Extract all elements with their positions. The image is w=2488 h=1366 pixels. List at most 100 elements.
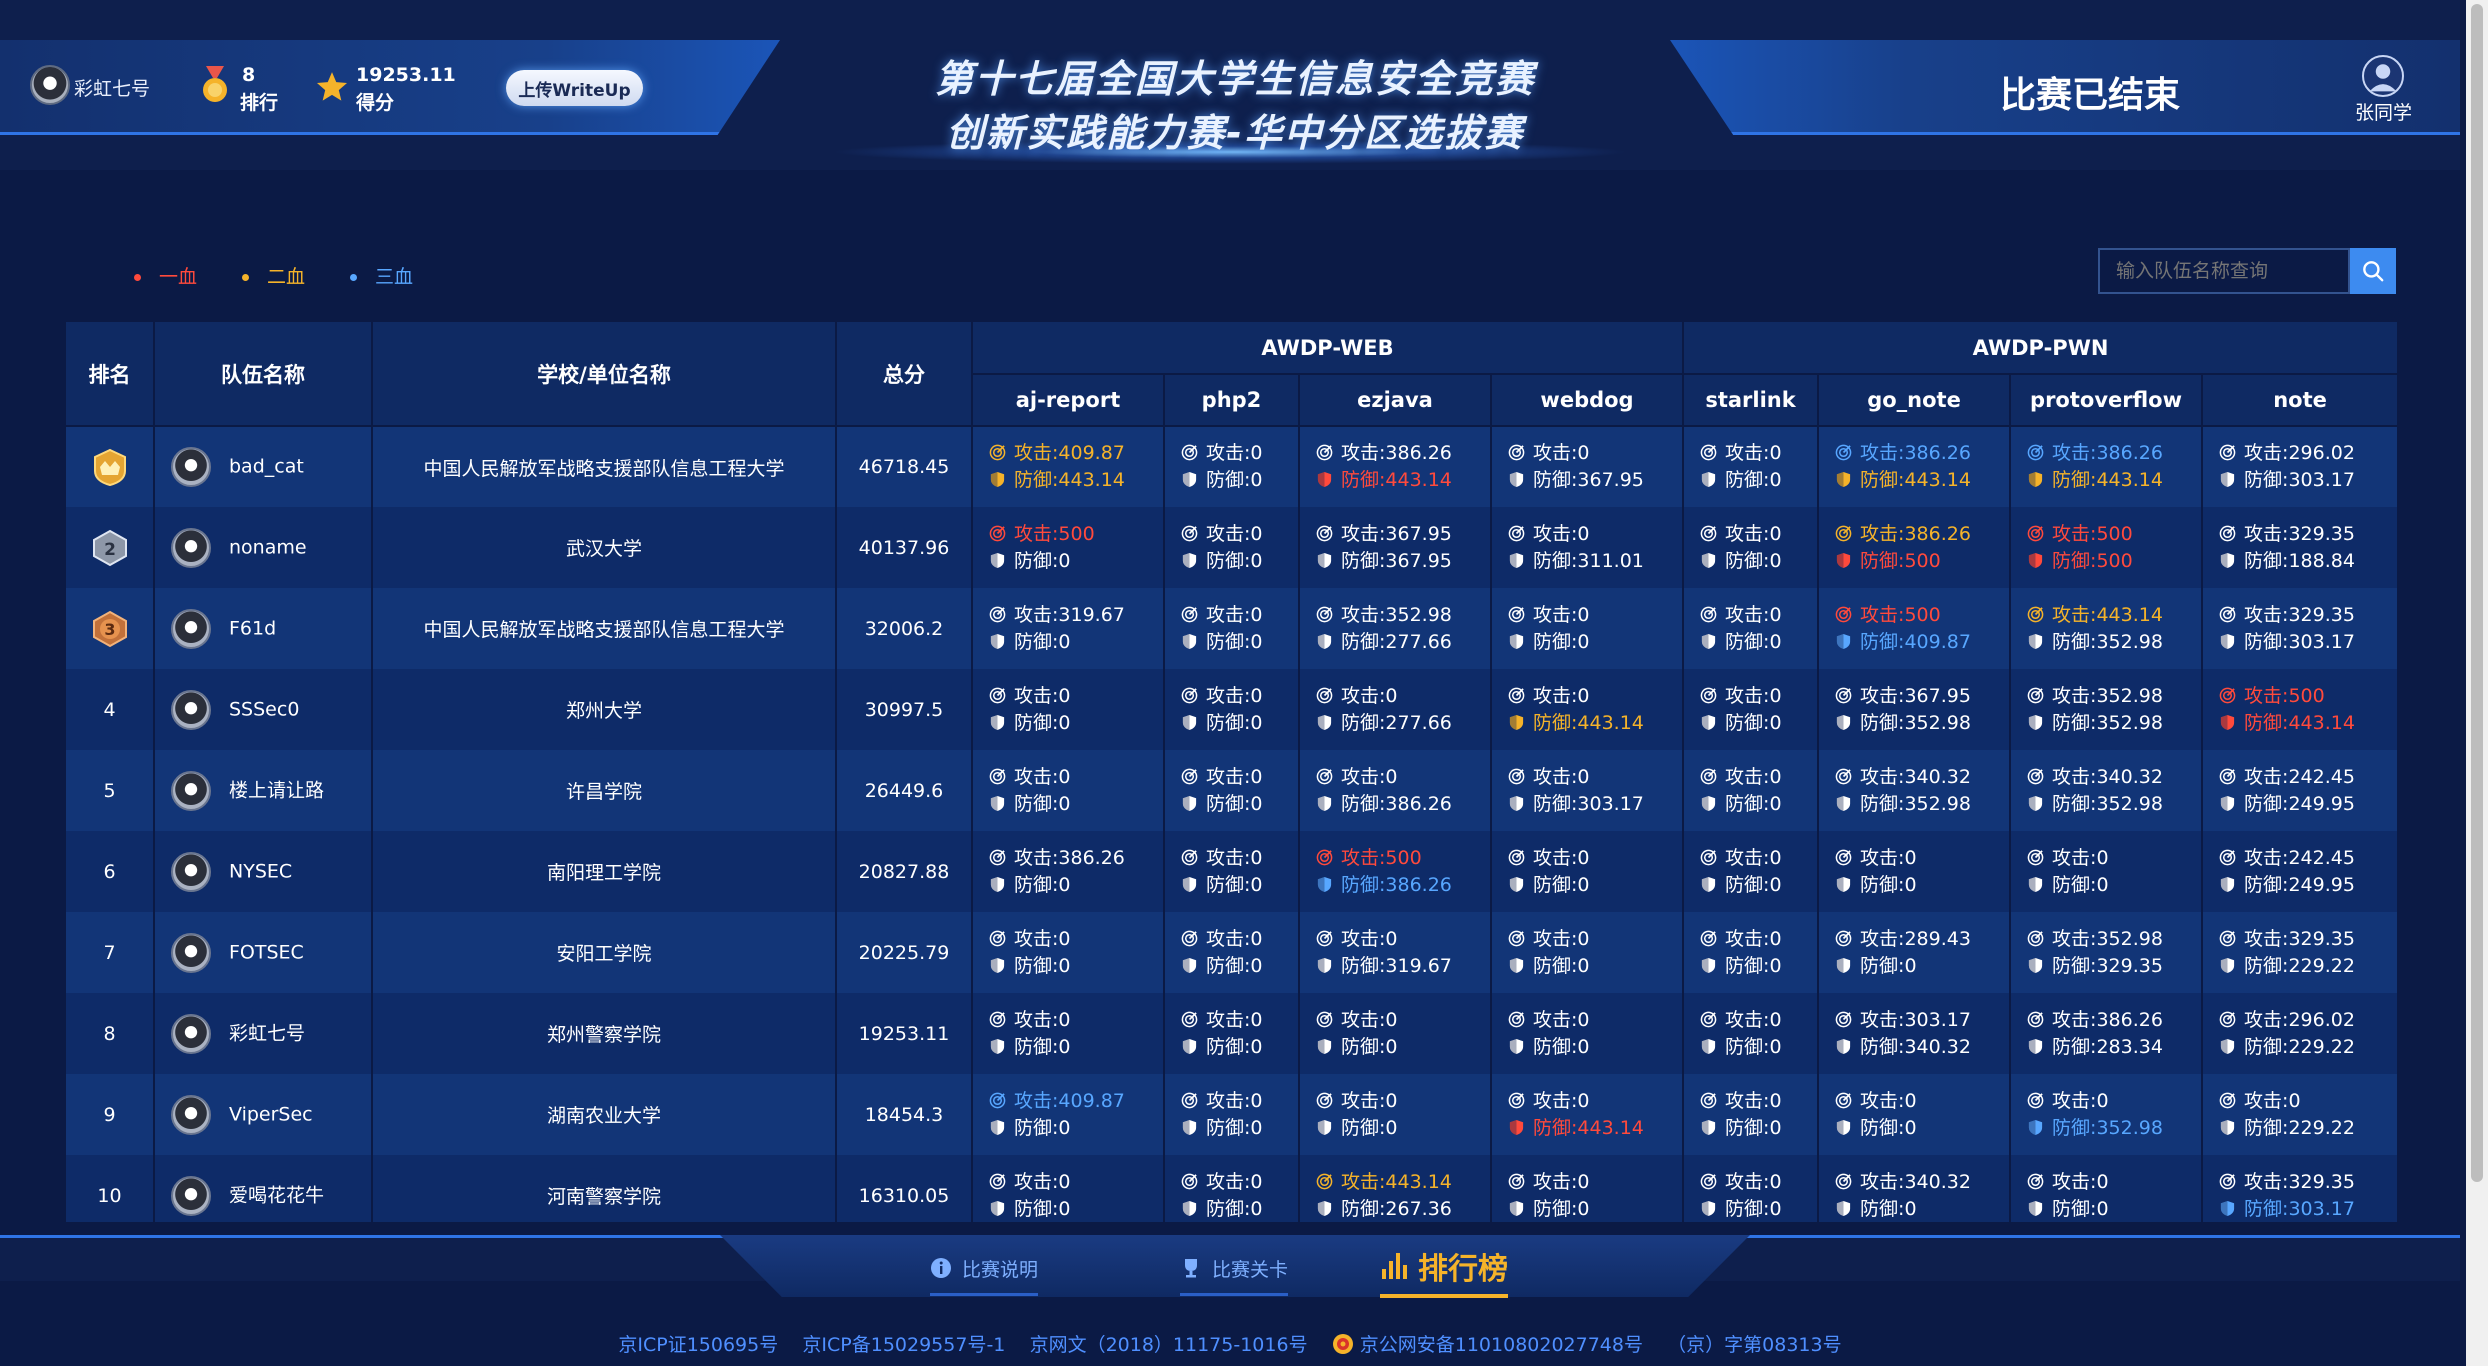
attack-icon — [2219, 444, 2236, 461]
attack-icon — [1835, 606, 1852, 622]
defense-value: 0 — [1577, 630, 1590, 653]
defense-icon — [990, 1038, 1005, 1054]
defense-label: 防御: — [1206, 873, 1251, 896]
search-button[interactable] — [2350, 248, 2396, 294]
defense-score: 防御:443.14 — [989, 467, 1163, 494]
team-cell[interactable]: FOTSEC — [154, 912, 373, 993]
attack-value: 386.26 — [1904, 522, 1971, 545]
rank-cell: 9 — [66, 1074, 155, 1155]
team-cell[interactable]: noname — [154, 507, 373, 588]
attack-value: 0 — [1577, 522, 1590, 545]
defense-label: 防御: — [1014, 630, 1059, 653]
challenge-score-cell: 攻击:0 防御:0 — [1491, 993, 1685, 1074]
attack-label: 攻击: — [2052, 522, 2097, 545]
scrollbar-thumb[interactable] — [2471, 4, 2483, 1182]
team-name[interactable]: bad_cat — [229, 456, 304, 478]
footer-icp-record[interactable]: 京ICP备15029557号-1 — [802, 1334, 1005, 1356]
tab-challenges[interactable]: 比赛关卡 — [1180, 1244, 1289, 1296]
attack-icon — [1700, 687, 1717, 703]
team-name[interactable]: F61d — [229, 617, 276, 639]
defense-label: 防御: — [1341, 792, 1386, 815]
defense-label: 防御: — [1533, 792, 1578, 815]
team-name[interactable]: SSSec0 — [229, 698, 299, 720]
defense-label: 防御: — [1533, 630, 1578, 653]
upload-writeup-button[interactable]: 上传WriteUp — [506, 70, 643, 106]
attack-icon — [2219, 1011, 2236, 1027]
defense-value: 0 — [1904, 873, 1917, 896]
team-cell[interactable]: NYSEC — [154, 831, 373, 912]
attack-icon — [1700, 1011, 1717, 1027]
team-cell[interactable]: ViperSec — [154, 1074, 373, 1155]
table-row: 9 ViperSec 湖南农业大学 18454.3 攻击:409.87 防御:0 攻击:0 防… — [66, 1074, 2398, 1155]
rank-cell: 2 — [66, 507, 155, 588]
user-avatar-icon[interactable] — [2362, 55, 2404, 97]
team-cell[interactable]: SSSec0 — [154, 669, 373, 750]
team-cell[interactable]: bad_cat — [154, 426, 373, 507]
table-row: 4 SSSec0 郑州大学 30997.5 攻击:0 防御:0 攻击:0 防御:0 攻击:0 防御… — [66, 669, 2398, 750]
bar-chart-icon — [1382, 1253, 1407, 1279]
total-score-cell: 40137.96 — [836, 507, 973, 588]
footer-icp-license[interactable]: 京ICP证150695号 — [618, 1334, 778, 1356]
team-name[interactable]: noname — [229, 536, 307, 558]
defense-score: 防御:0 — [1700, 710, 1817, 737]
team-name[interactable]: ViperSec — [229, 1103, 313, 1125]
table-row: 3 F61d 中国人民解放军战略支援部队信息工程大学 32006.2 攻击:319.67… — [66, 588, 2398, 669]
defense-value: 340.32 — [1904, 1035, 1971, 1058]
challenge-score-cell: 攻击:0 防御:0 — [1683, 1155, 1820, 1222]
defense-icon — [990, 1119, 1005, 1135]
defense-icon — [1509, 471, 1524, 488]
defense-score: 防御:0 — [1700, 872, 1817, 899]
attack-icon — [1700, 1173, 1717, 1189]
attack-score: 攻击:386.26 — [989, 845, 1163, 872]
attack-value: 0 — [1577, 846, 1590, 869]
score-value: 19253.11 — [356, 64, 456, 86]
attack-icon — [1835, 525, 1852, 541]
attack-score: 攻击:386.26 — [1835, 521, 2009, 548]
attack-score: 攻击:0 — [989, 764, 1163, 791]
defense-score: 防御:319.67 — [1316, 953, 1490, 980]
defense-score: 防御:0 — [1181, 1115, 1298, 1142]
attack-score: 攻击:0 — [1181, 764, 1298, 791]
attack-label: 攻击: — [2052, 846, 2097, 869]
tab-leaderboard[interactable]: 排行榜 — [1380, 1238, 1508, 1298]
defense-label: 防御: — [1860, 1035, 1905, 1058]
attack-icon — [1700, 525, 1717, 541]
attack-score: 攻击:0 — [1835, 1088, 2009, 1115]
challenge-score-cell: 攻击:0 防御:0 — [1818, 831, 2012, 912]
defense-label: 防御: — [1206, 1116, 1251, 1139]
attack-label: 攻击: — [2052, 1089, 2097, 1112]
header-challenge: protoverflow — [2010, 374, 2204, 427]
defense-label: 防御: — [1014, 1116, 1059, 1139]
footer-public-security[interactable]: 京公网安备11010802027748号 — [1360, 1334, 1643, 1356]
rank-cell: 4 — [66, 669, 155, 750]
footer-publication-number[interactable]: （京）字第08313号 — [1667, 1334, 1841, 1356]
team-name[interactable]: NYSEC — [229, 860, 292, 882]
defense-score: 防御:229.22 — [2219, 1034, 2397, 1061]
attack-label: 攻击: — [1341, 846, 1386, 869]
team-cell[interactable]: 楼上请让路 — [154, 750, 373, 831]
rank-cell: 8 — [66, 993, 155, 1074]
team-name[interactable]: 彩虹七号 — [229, 1022, 305, 1044]
team-name[interactable]: 爱喝花花牛 — [229, 1184, 324, 1206]
user-name[interactable]: 张同学 — [2355, 98, 2412, 125]
attack-icon — [1181, 849, 1198, 865]
defense-score: 防御:0 — [1181, 872, 1298, 899]
defense-label: 防御: — [1206, 954, 1251, 977]
attack-value: 0 — [1385, 765, 1398, 788]
defense-icon — [1701, 633, 1716, 649]
team-name[interactable]: 楼上请让路 — [229, 779, 324, 801]
footer-culture-license[interactable]: 京网文（2018）11175-1016号 — [1030, 1334, 1308, 1356]
team-name[interactable]: FOTSEC — [229, 941, 304, 963]
attack-value: 352.98 — [2096, 684, 2163, 707]
defense-icon — [1182, 552, 1197, 568]
team-cell[interactable]: F61d — [154, 588, 373, 669]
team-search-input[interactable] — [2098, 248, 2350, 294]
attack-score: 攻击:443.14 — [1316, 1169, 1490, 1196]
team-cell[interactable]: 爱喝花花牛 — [154, 1155, 373, 1222]
defense-icon — [2028, 795, 2043, 811]
team-cell[interactable]: 彩虹七号 — [154, 993, 373, 1074]
attack-label: 攻击: — [2244, 684, 2289, 707]
attack-score: 攻击:443.14 — [2027, 602, 2201, 629]
challenge-score-cell: 攻击:340.32 防御:0 — [1818, 1155, 2012, 1222]
tab-competition-info[interactable]: 比赛说明 — [930, 1244, 1039, 1296]
